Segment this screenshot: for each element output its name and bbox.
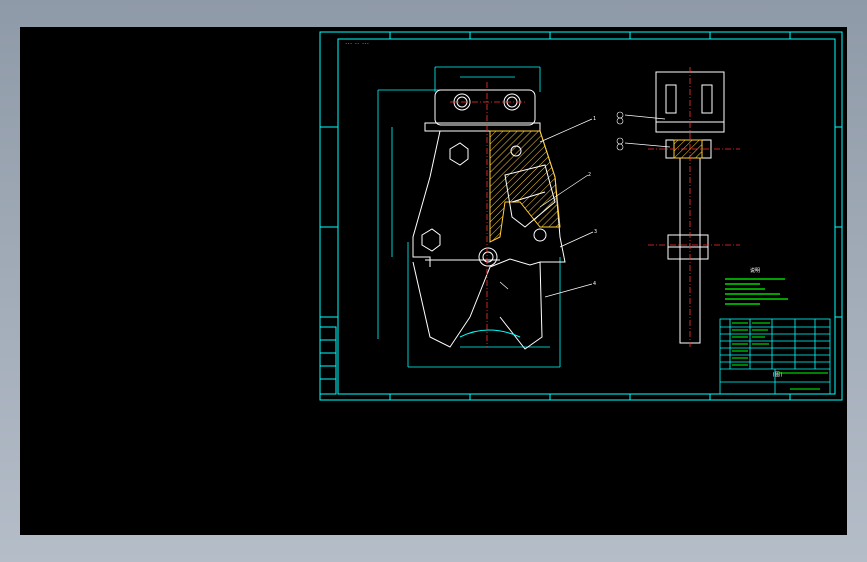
side-leaders [624,114,671,148]
section-hatch [489,130,561,243]
parts-list-text [732,322,770,366]
callout-1: 1 [593,116,596,122]
assembly-drawing: 1 2 3 4 --- -- --- 说明 (图) [319,31,843,401]
callout-2: 2 [588,172,591,178]
notes-title: 说明 [750,267,760,274]
front-view [377,66,566,368]
technical-notes: 说明 [725,267,788,305]
zone-ticks [320,32,842,400]
side-centerlines [648,67,740,347]
callout-4: 4 [593,281,596,287]
front-centerlines [450,82,525,347]
side-callouts [616,111,624,151]
cad-viewport[interactable]: 1 2 3 4 --- -- --- 说明 (图) [20,27,847,535]
callout-3: 3 [594,229,597,235]
view-label: --- -- --- [345,41,369,46]
revision-strip [319,326,337,395]
sheet-border [319,31,843,401]
front-callouts: 1 2 3 4 [588,116,597,287]
